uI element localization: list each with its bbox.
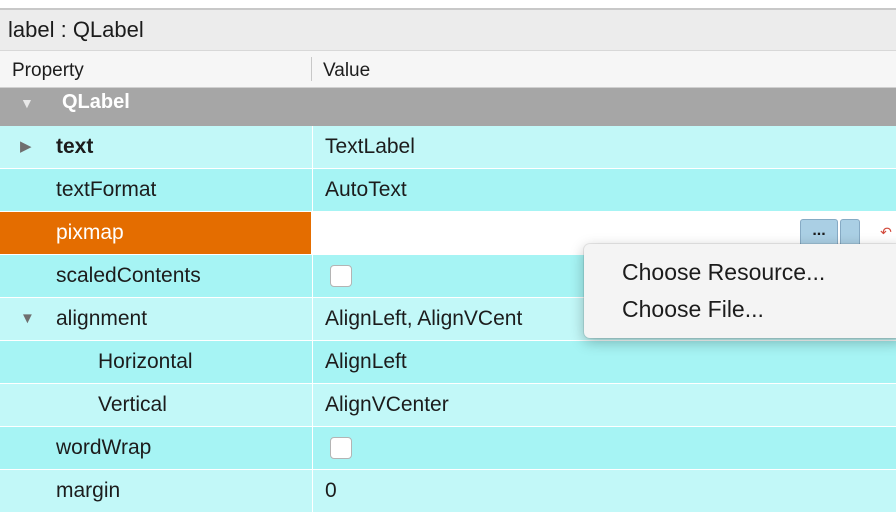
property-value-cell[interactable]: TextLabel	[312, 126, 896, 168]
property-value: AutoText	[325, 178, 407, 201]
property-name-cell[interactable]: textFormat	[0, 169, 311, 211]
property-name-cell[interactable]: ▶ text	[0, 126, 311, 168]
property-value-cell[interactable]: AutoText	[312, 169, 896, 211]
property-value-cell[interactable]: AlignLeft	[312, 341, 896, 383]
property-name: wordWrap	[56, 436, 152, 459]
property-name-cell[interactable]: scaledContents	[0, 255, 311, 297]
group-label: QLabel	[62, 91, 130, 113]
triangle-down-icon[interactable]: ▼	[20, 88, 34, 118]
property-name: pixmap	[56, 221, 124, 244]
wordwrap-checkbox[interactable]	[330, 437, 352, 459]
property-name-cell[interactable]: ▼ alignment	[0, 298, 311, 340]
property-name: textFormat	[56, 178, 157, 201]
property-value: 0	[325, 479, 337, 502]
property-value-cell[interactable]: AlignVCenter	[312, 384, 896, 426]
property-value-cell[interactable]: 0	[312, 470, 896, 512]
property-row-wordwrap[interactable]: wordWrap	[0, 427, 896, 470]
column-divider[interactable]	[311, 57, 312, 81]
property-row-text[interactable]: ▶ text TextLabel	[0, 126, 896, 169]
property-name: Vertical	[98, 393, 167, 416]
triangle-down-icon[interactable]: ▼	[20, 298, 35, 340]
panel-title: label : QLabel	[0, 8, 896, 50]
pixmap-context-menu: Choose Resource... Choose File...	[584, 244, 896, 338]
property-value: AlignLeft, AlignVCent	[325, 307, 523, 330]
property-name-cell[interactable]: Vertical	[0, 384, 311, 426]
top-spacer	[0, 0, 896, 8]
property-name: scaledContents	[56, 264, 201, 287]
reset-arrow-icon[interactable]: ↶	[876, 221, 896, 245]
property-name-cell[interactable]: margin	[0, 470, 311, 512]
property-value: TextLabel	[325, 135, 415, 158]
property-name-cell[interactable]: pixmap	[0, 212, 311, 254]
scaledcontents-checkbox[interactable]	[330, 265, 352, 287]
property-name: Horizontal	[98, 350, 193, 373]
triangle-right-icon[interactable]: ▶	[20, 126, 32, 168]
property-name-cell[interactable]: wordWrap	[0, 427, 311, 469]
property-row-horizontal[interactable]: Horizontal AlignLeft	[0, 341, 896, 384]
property-column-header[interactable]: Property	[12, 51, 84, 87]
property-value: AlignLeft	[325, 350, 407, 373]
menu-item-choose-resource[interactable]: Choose Resource...	[622, 259, 825, 286]
property-value: AlignVCenter	[325, 393, 449, 416]
menu-item-choose-file[interactable]: Choose File...	[622, 296, 764, 323]
property-name: margin	[56, 479, 121, 502]
property-name: alignment	[56, 307, 148, 330]
group-row-qlabel[interactable]: ▼ QLabel	[0, 88, 896, 126]
value-column-header[interactable]: Value	[323, 51, 370, 87]
property-value-cell[interactable]	[312, 427, 896, 469]
property-row-textformat[interactable]: textFormat AutoText	[0, 169, 896, 212]
property-name-cell[interactable]: Horizontal	[0, 341, 311, 383]
property-name: text	[56, 135, 94, 158]
table-header: Property Value	[0, 50, 896, 88]
property-row-margin[interactable]: margin 0	[0, 470, 896, 513]
property-row-vertical[interactable]: Vertical AlignVCenter	[0, 384, 896, 427]
